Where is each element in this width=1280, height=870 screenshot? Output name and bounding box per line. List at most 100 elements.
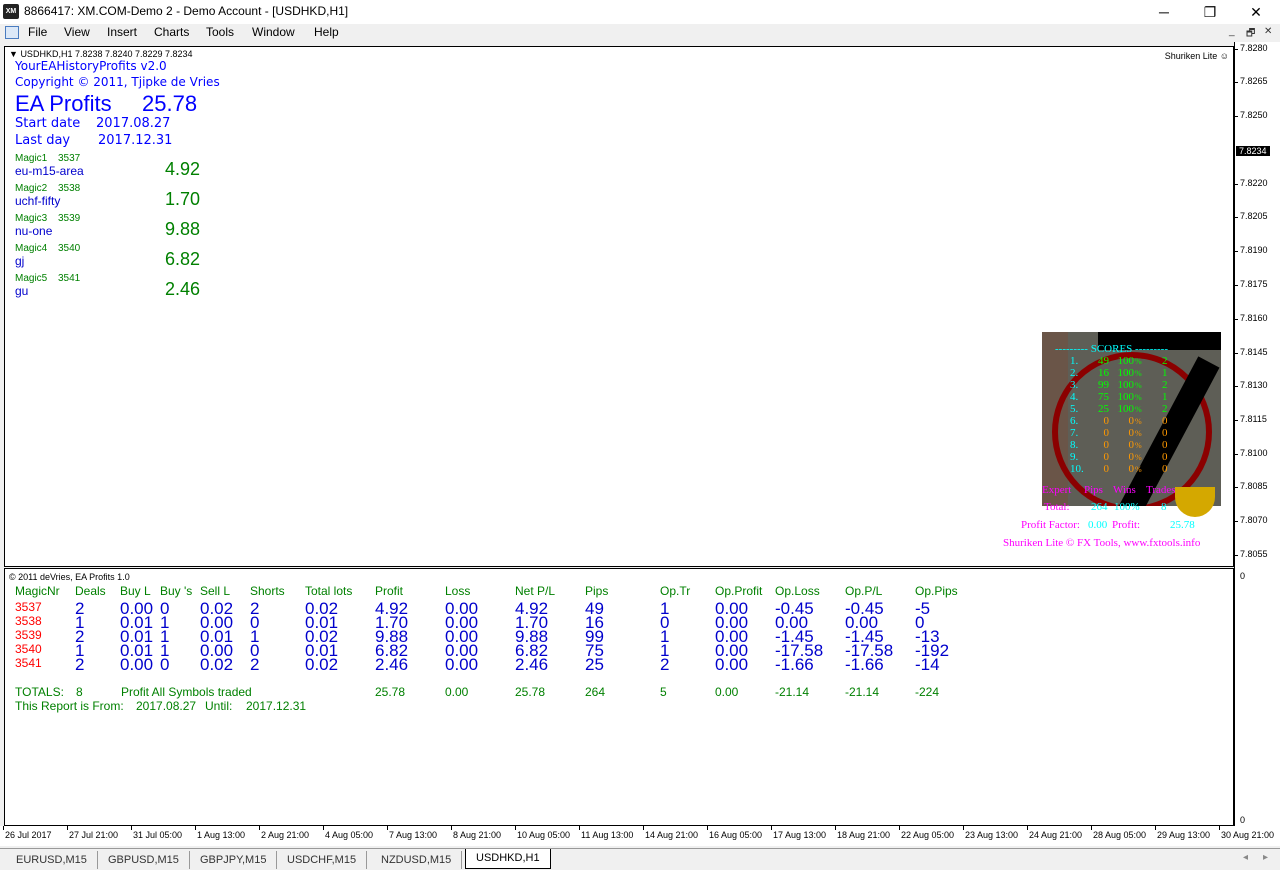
totals-cell: 264	[585, 685, 606, 699]
report-from: 2017.08.27	[136, 699, 197, 713]
totals-cell: 0.00	[715, 685, 739, 699]
menu-insert[interactable]: Insert	[107, 25, 137, 39]
ea-copyright: Copyright © 2011, Tjipke de Vries	[15, 75, 220, 89]
time-label: 18 Aug 21:00	[837, 830, 891, 840]
table-cell: -1.66	[775, 655, 814, 674]
scores-total-label: Total:	[1044, 501, 1070, 513]
ea-profits-label: EA Profits	[15, 91, 112, 116]
time-label: 30 Aug 21:00	[1221, 830, 1275, 840]
tab-scroll-right[interactable]: ▸	[1263, 852, 1268, 863]
score-rank: 4.	[1070, 391, 1079, 403]
time-tick	[451, 826, 452, 830]
column-header: Total lots	[305, 584, 353, 598]
score-percent: %	[1135, 429, 1142, 438]
menu-view[interactable]: View	[64, 25, 90, 39]
price-tick	[1234, 319, 1238, 320]
tab-gbpusd-m15[interactable]: GBPUSD,M15	[98, 851, 190, 869]
chart-window-icon[interactable]	[5, 26, 19, 39]
profit-factor-label: Profit Factor:	[1021, 519, 1080, 531]
score-pips: 0	[1103, 451, 1110, 463]
subwindow-axis-top: 0	[1240, 571, 1246, 581]
score-rank: 10.	[1070, 463, 1084, 475]
price-tick	[1234, 521, 1238, 522]
score-trades: 1	[1162, 391, 1168, 403]
score-pips: 16	[1098, 367, 1109, 379]
magic-ea-name: gu	[15, 284, 29, 298]
title-bar: XM 8866417: XM.COM-Demo 2 - Demo Account…	[0, 0, 1280, 24]
score-rank: 1.	[1070, 355, 1079, 367]
score-pips: 49	[1098, 355, 1109, 367]
maximize-button[interactable]: ❐	[1187, 2, 1233, 22]
score-wins: 0	[1128, 427, 1135, 439]
scores-title: --------- SCORES ---------	[1055, 343, 1169, 355]
score-percent: %	[1135, 393, 1142, 402]
main-chart[interactable]: ▼ USDHKD,H1 7.8238 7.8240 7.8229 7.8234 …	[4, 46, 1234, 567]
column-header: Op.Tr	[660, 584, 691, 598]
score-rank: 6.	[1070, 415, 1079, 427]
score-pips: 99	[1098, 379, 1109, 391]
magic-label: Magic2	[15, 183, 48, 194]
score-wins: 100	[1117, 379, 1135, 391]
window-title: 8866417: XM.COM-Demo 2 - Demo Account - …	[24, 4, 349, 18]
menu-tools[interactable]: Tools	[206, 25, 234, 39]
magic-number: 3540	[58, 243, 81, 254]
score-wins: 100	[1117, 355, 1135, 367]
score-trades: 0	[1162, 451, 1168, 463]
time-tick	[323, 826, 324, 830]
mdi-minimize-button[interactable]: _	[1229, 26, 1235, 37]
magic-ea-name: uchf-fifty	[15, 194, 61, 208]
time-axis[interactable]: 26 Jul 2017 27 Jul 21:00 31 Jul 05:00 1 Aug…	[0, 826, 1280, 846]
score-trades: 0	[1162, 427, 1168, 439]
price-tick	[1234, 217, 1238, 218]
start-date-label: Start date	[15, 116, 81, 131]
menu-charts[interactable]: Charts	[154, 25, 189, 39]
price-axis[interactable]: 7.8280 7.8265 7.8250 7.8220 7.8205 7.8190 7.81…	[1234, 42, 1280, 826]
magic-profit: 1.70	[165, 189, 201, 209]
time-label: 26 Jul 2017	[5, 830, 52, 840]
time-tick	[1155, 826, 1156, 830]
magic-nr-cell: 3541	[15, 656, 42, 670]
time-label: 29 Aug 13:00	[1157, 830, 1211, 840]
scores-header-wins: Wins	[1113, 484, 1136, 496]
score-trades: 2	[1162, 379, 1168, 391]
time-tick	[131, 826, 132, 830]
minimize-button[interactable]: ─	[1141, 2, 1187, 22]
table-cell: 25	[585, 655, 604, 674]
price-tick	[1234, 420, 1238, 421]
tab-gbpjpy-m15[interactable]: GBPJPY,M15	[190, 851, 278, 869]
menu-help[interactable]: Help	[314, 25, 339, 39]
price-label: 7.8250	[1240, 110, 1268, 120]
tab-scroll-left[interactable]: ◂	[1243, 852, 1248, 863]
mdi-restore-button[interactable]: 🗗	[1246, 26, 1255, 43]
magic-nr-cell: 3540	[15, 642, 42, 656]
tab-eurusd-m15[interactable]: EURUSD,M15	[6, 851, 98, 869]
totals-cell: -21.14	[775, 685, 810, 699]
table-cell: 0	[160, 655, 170, 674]
mdi-close-button[interactable]: ✕	[1264, 26, 1272, 37]
tab-nzdusd-m15[interactable]: NZDUSD,M15	[371, 851, 463, 869]
time-label: 28 Aug 05:00	[1093, 830, 1147, 840]
subwindow-title: © 2011 deVries, EA Profits 1.0	[9, 572, 130, 582]
price-label: 7.8190	[1240, 245, 1268, 255]
time-label: 24 Aug 21:00	[1029, 830, 1083, 840]
time-label: 1 Aug 13:00	[197, 830, 246, 840]
menu-bar: File View Insert Charts Tools Window Hel…	[0, 24, 1280, 42]
tab-usdchf-m15[interactable]: USDCHF,M15	[277, 851, 368, 869]
collapse-triangle-icon[interactable]: ▼	[9, 49, 18, 59]
time-tick	[643, 826, 644, 830]
price-label: 7.8175	[1240, 279, 1268, 289]
close-button[interactable]: ✕	[1233, 2, 1279, 22]
scores-profit-label: Profit:	[1112, 519, 1141, 531]
score-percent: %	[1135, 405, 1142, 414]
indicator-subwindow[interactable]: © 2011 deVries, EA Profits 1.0 MagicNr De…	[4, 568, 1234, 826]
column-header: Deals	[75, 584, 106, 598]
column-header: Profit	[375, 584, 404, 598]
time-tick	[579, 826, 580, 830]
magic-ea-name: gj	[15, 254, 25, 268]
price-tick	[1234, 353, 1238, 354]
menu-window[interactable]: Window	[252, 25, 295, 39]
shuriken-label: Shuriken Lite ☺	[1165, 51, 1229, 61]
menu-file[interactable]: File	[28, 25, 47, 39]
time-tick	[963, 826, 964, 830]
tab-usdhkd-h1[interactable]: USDHKD,H1	[465, 849, 551, 869]
